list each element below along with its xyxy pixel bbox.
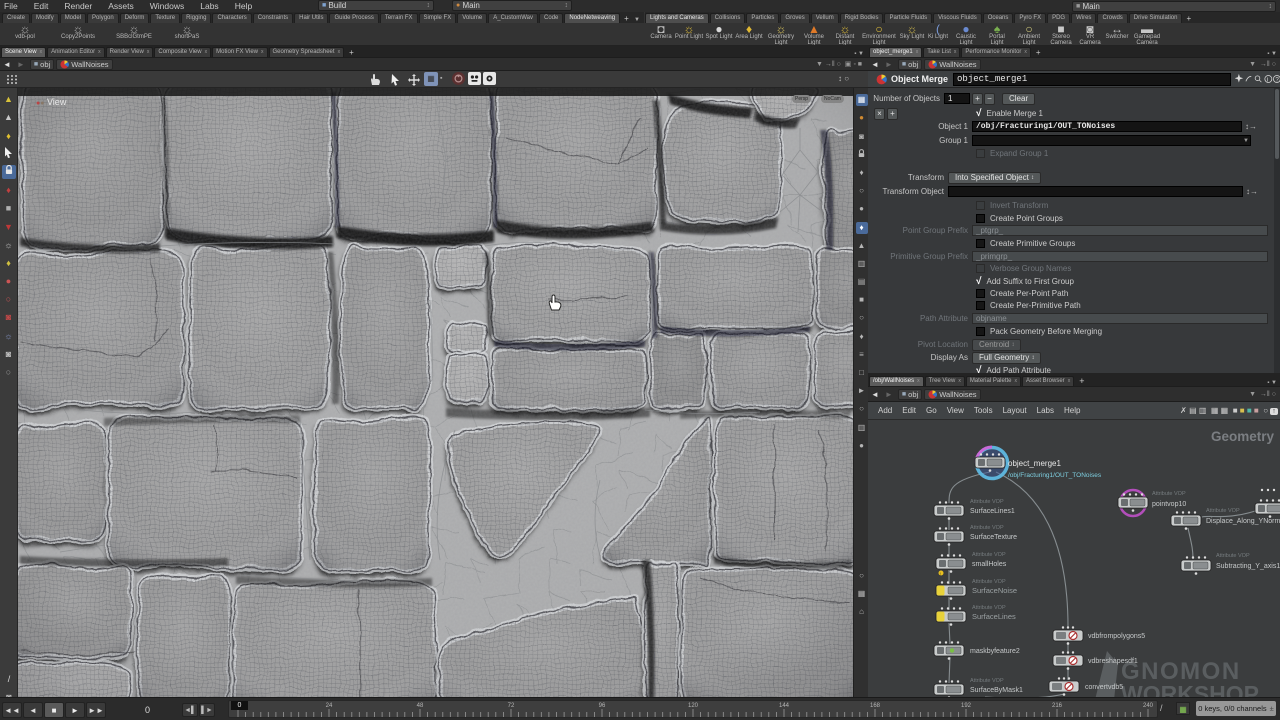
- svg-text:vdbfrompolygons5: vdbfrompolygons5: [1088, 633, 1145, 640]
- svg-text:Attribute VOP: Attribute VOP: [1216, 553, 1250, 559]
- svg-text:SurfaceTexture: SurfaceTexture: [970, 534, 1017, 541]
- svg-text:Displace_Along_YNormal: Displace_Along_YNormal: [1206, 518, 1280, 525]
- svg-text:240: 240: [1143, 703, 1154, 709]
- svg-text:Attribute VOP: Attribute VOP: [1206, 508, 1240, 514]
- svg-text:pointvop10: pointvop10: [1152, 501, 1186, 508]
- svg-text:?: ?: [1275, 76, 1279, 83]
- svg-text:Attribute VOP: Attribute VOP: [970, 678, 1004, 684]
- svg-text:96: 96: [599, 703, 606, 709]
- svg-text:!: !: [940, 572, 941, 577]
- svg-text:48: 48: [417, 703, 424, 709]
- svg-text:Geometry: Geometry: [1211, 429, 1275, 444]
- svg-text:Attribute VOP: Attribute VOP: [972, 605, 1006, 611]
- svg-text:SurfaceNoise: SurfaceNoise: [972, 586, 1017, 595]
- svg-text:Attribute VOP: Attribute VOP: [1152, 491, 1186, 497]
- svg-text:Attribute VOP: Attribute VOP: [972, 579, 1006, 585]
- svg-text:72: 72: [508, 703, 515, 709]
- svg-text:Attribute VOP: Attribute VOP: [972, 552, 1006, 558]
- svg-text:SurfaceLines: SurfaceLines: [972, 612, 1016, 621]
- svg-text:i: i: [1267, 76, 1268, 83]
- svg-text:192: 192: [961, 703, 972, 709]
- svg-text:Attribute VOP: Attribute VOP: [970, 499, 1004, 505]
- svg-text:144: 144: [779, 703, 790, 709]
- svg-text:/obj/Fracturing1/OUT_TONoises: /obj/Fracturing1/OUT_TONoises: [1008, 472, 1102, 479]
- svg-text:vdbreshapesdf1: vdbreshapesdf1: [1088, 658, 1138, 665]
- svg-text:24: 24: [326, 703, 333, 709]
- svg-text:Attribute VOP: Attribute VOP: [970, 525, 1004, 531]
- svg-text:168: 168: [870, 703, 881, 709]
- svg-text:smallHoles: smallHoles: [972, 561, 1007, 568]
- svg-text:object_merge1: object_merge1: [1008, 459, 1061, 468]
- svg-text:120: 120: [688, 703, 699, 709]
- svg-text:WORKSHOP: WORKSHOP: [1121, 681, 1259, 697]
- svg-text:SurfaceLines1: SurfaceLines1: [970, 508, 1015, 515]
- svg-text:maskbyfeature2: maskbyfeature2: [970, 648, 1020, 655]
- svg-text:216: 216: [1052, 703, 1063, 709]
- svg-text:SurfaceByMask1: SurfaceByMask1: [970, 687, 1023, 694]
- svg-text:convertvdb5: convertvdb5: [1085, 684, 1123, 691]
- svg-text:Subtracting_Y_axis1: Subtracting_Y_axis1: [1216, 563, 1280, 570]
